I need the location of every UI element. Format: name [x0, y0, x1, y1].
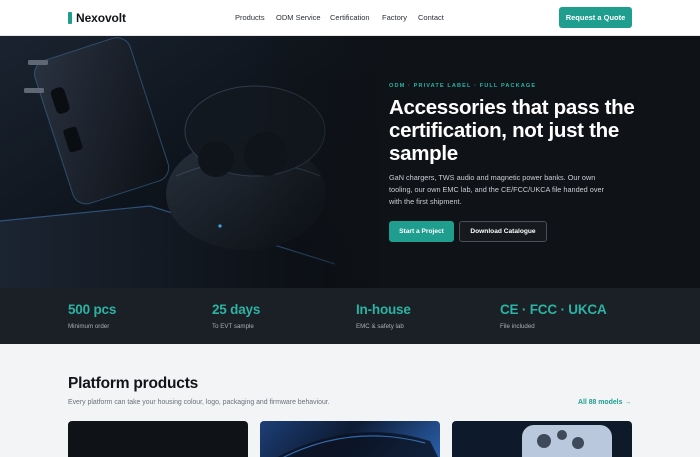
stats-bar: 500 pcs Minimum order 25 days To EVT sam… [0, 288, 700, 344]
nav-factory[interactable]: Factory [382, 13, 407, 23]
hero-title: Accessories that pass the certification,… [389, 96, 635, 165]
nav-products[interactable]: Products [235, 13, 265, 23]
product-card[interactable] [452, 421, 632, 457]
brand-logo[interactable]: Nexovolt [68, 11, 126, 25]
brand-name: Nexovolt [76, 11, 126, 25]
stat-value: 25 days [212, 302, 261, 317]
stat-item: CE · FCC · UKCA File included [500, 302, 607, 330]
hero-gradient-overlay [250, 36, 410, 288]
stat-label: Minimum order [68, 323, 110, 330]
hero-section: ODM · PRIVATE LABEL · FULL PACKAGE Acces… [0, 36, 700, 288]
download-catalogue-button[interactable]: Download Catalogue [459, 221, 547, 242]
stat-label: To EVT sample [212, 323, 254, 330]
product-card-image [277, 432, 438, 457]
product-card-image [522, 425, 612, 457]
product-card[interactable] [260, 421, 440, 457]
nav-contact[interactable]: Contact [418, 13, 444, 23]
platform-products-section: Platform products Every platform can tak… [0, 344, 700, 457]
request-quote-button[interactable]: Request a Quote [559, 7, 632, 28]
all-models-link[interactable]: All 88 models → [578, 399, 631, 406]
stat-label: EMC & safety lab [356, 323, 404, 330]
section-subtitle: Every platform can take your housing col… [68, 399, 330, 406]
logo-mark-icon [68, 12, 72, 24]
stat-value: 500 pcs [68, 302, 117, 317]
nav-certification[interactable]: Certification [330, 13, 370, 23]
stat-item: In-house EMC & safety lab [356, 302, 411, 330]
stat-value: In-house [356, 302, 411, 317]
stat-value: CE · FCC · UKCA [500, 302, 607, 317]
hero-subtitle: GaN chargers, TWS audio and magnetic pow… [389, 173, 604, 206]
nav-odm-service[interactable]: ODM Service [276, 13, 321, 23]
product-card[interactable] [68, 421, 248, 457]
section-title: Platform products [68, 375, 199, 392]
start-project-button[interactable]: Start a Project [389, 221, 454, 242]
stat-label: File included [500, 323, 535, 330]
stat-item: 25 days To EVT sample [212, 302, 260, 330]
hero-eyebrow: ODM · PRIVATE LABEL · FULL PACKAGE [389, 83, 537, 89]
site-header: Nexovolt Products ODM Service Certificat… [0, 0, 700, 36]
stat-item: 500 pcs Minimum order [68, 302, 116, 330]
